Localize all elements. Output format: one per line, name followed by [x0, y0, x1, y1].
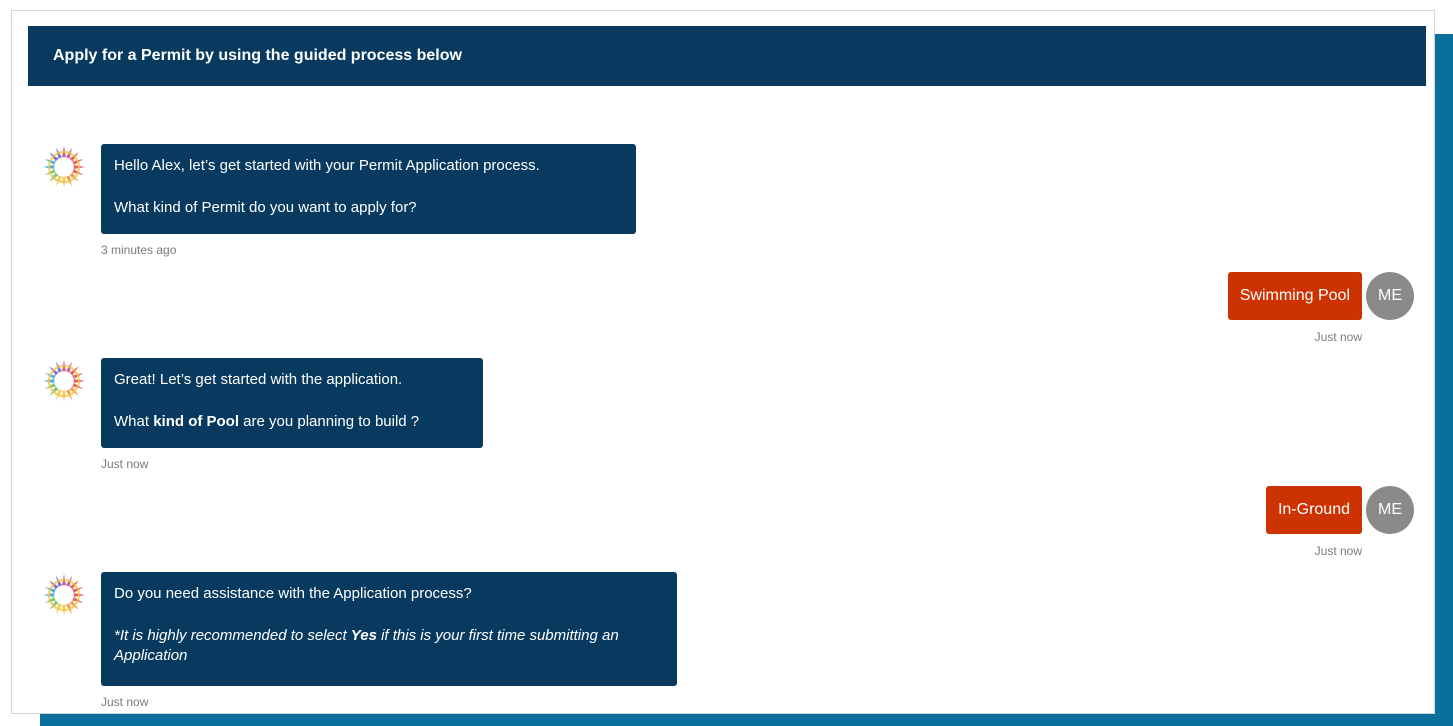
user-avatar: ME	[1366, 272, 1414, 320]
chat-panel: Apply for a Permit by using the guided p…	[11, 10, 1435, 714]
text-segment: What	[114, 413, 154, 430]
user-reply-button-swimming-pool[interactable]: Swimming Pool	[1227, 272, 1362, 320]
bot-message-text: Great! Let’s get started with the applic…	[114, 371, 403, 388]
bot-message-text: Do you need assistance with the Applicat…	[114, 585, 472, 602]
bot-message-text: What kind of Permit do you want to apply…	[114, 199, 417, 216]
emphasis-text: Yes	[350, 627, 377, 644]
user-reply-button-in-ground[interactable]: In-Ground	[1265, 486, 1362, 534]
bot-avatar-icon	[40, 571, 88, 619]
bot-message-bubble: Great! Let’s get started with the applic…	[101, 358, 483, 448]
message-timestamp: Just now	[101, 457, 149, 471]
message-timestamp: Just now	[1314, 544, 1362, 558]
user-reply-text: Swimming Pool	[1239, 287, 1350, 304]
background-accent-band	[1434, 34, 1453, 726]
message-timestamp: 3 minutes ago	[101, 243, 177, 257]
user-avatar-initials: ME	[1378, 501, 1402, 518]
chat-header-title: Apply for a Permit by using the guided p…	[53, 47, 462, 64]
message-timestamp: Just now	[101, 695, 149, 709]
bot-message-note: *It is highly recommended to select Yes …	[114, 626, 664, 666]
bot-avatar-icon	[40, 357, 88, 405]
user-avatar: ME	[1366, 486, 1414, 534]
text-segment: are you planning to build ?	[239, 413, 420, 430]
background-accent-band-bottom	[40, 712, 1453, 726]
user-reply-text: In-Ground	[1277, 501, 1350, 518]
chat-header: Apply for a Permit by using the guided p…	[28, 26, 1426, 86]
bot-avatar-icon	[40, 143, 88, 191]
emphasis-text: kind of Pool	[153, 413, 240, 430]
bot-message-text: Hello Alex, let’s get started with your …	[114, 157, 540, 174]
user-avatar-initials: ME	[1378, 287, 1402, 304]
bot-message-bubble: Do you need assistance with the Applicat…	[101, 572, 677, 686]
text-segment: *It is highly recommended to select	[114, 627, 351, 644]
message-timestamp: Just now	[1314, 330, 1362, 344]
bot-message-text: What kind of Pool are you planning to bu…	[114, 412, 470, 432]
bot-message-bubble: Hello Alex, let’s get started with your …	[101, 144, 636, 234]
